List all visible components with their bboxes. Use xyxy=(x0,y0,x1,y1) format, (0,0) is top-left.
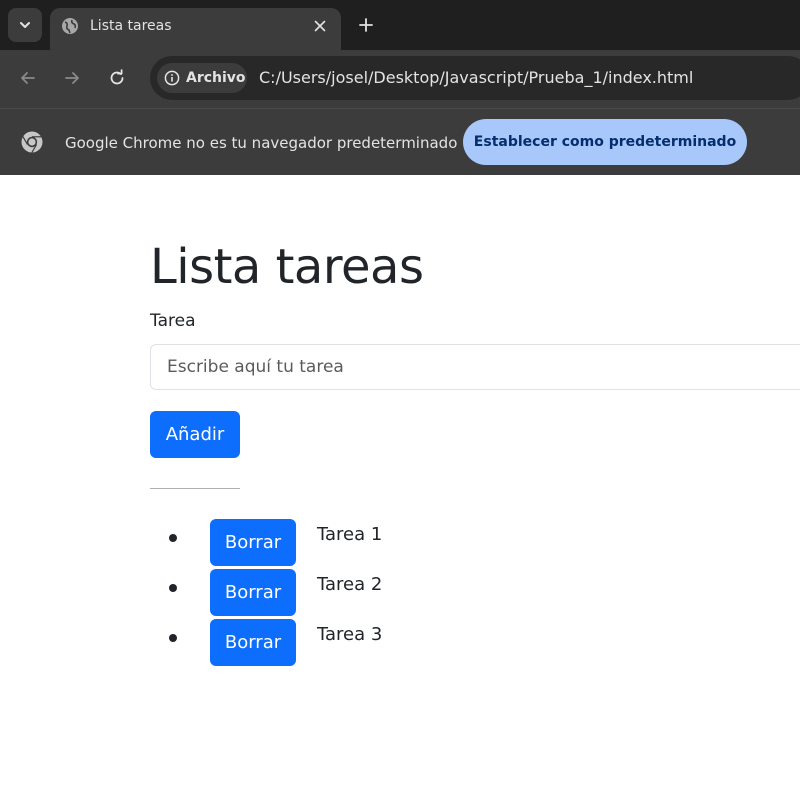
bullet xyxy=(169,634,177,642)
add-task-button[interactable]: Añadir xyxy=(150,411,240,458)
delete-task-button[interactable]: Borrar xyxy=(210,519,296,566)
chevron-down-icon xyxy=(20,22,30,28)
reload-button[interactable] xyxy=(103,64,131,92)
tab-close-button[interactable] xyxy=(310,16,330,36)
task-list: Borrar Tarea 1 Borrar Tarea 2 Borrar Tar… xyxy=(150,517,550,667)
task-text: Tarea 2 xyxy=(317,574,383,595)
new-tab-button[interactable] xyxy=(354,13,378,37)
tab-lista-tareas[interactable]: Lista tareas xyxy=(50,8,341,50)
bullet xyxy=(169,584,177,592)
divider xyxy=(150,488,240,489)
list-item: Borrar Tarea 1 xyxy=(150,517,550,567)
list-item: Borrar Tarea 2 xyxy=(150,567,550,617)
list-item: Borrar Tarea 3 xyxy=(150,617,550,667)
address-bar[interactable]: Archivo C:/Users/josel/Desktop/Javascrip… xyxy=(150,56,800,100)
close-icon xyxy=(314,20,326,32)
browser-toolbar: Archivo C:/Users/josel/Desktop/Javascrip… xyxy=(0,50,800,108)
infobar-message: Google Chrome no es tu navegador predete… xyxy=(65,134,458,152)
back-button[interactable] xyxy=(14,64,42,92)
bullet xyxy=(169,534,177,542)
url-text[interactable]: C:/Users/josel/Desktop/Javascript/Prueba… xyxy=(259,68,693,88)
delete-task-button[interactable]: Borrar xyxy=(210,569,296,616)
plus-icon xyxy=(359,18,373,32)
back-arrow-icon xyxy=(21,72,35,84)
globe-icon xyxy=(62,18,78,34)
tab-strip: Lista tareas xyxy=(0,0,800,50)
default-browser-infobar: Google Chrome no es tu navegador predete… xyxy=(0,108,800,175)
task-field-label: Tarea xyxy=(150,311,196,331)
set-default-button[interactable]: Establecer como predeterminado xyxy=(463,119,747,165)
forward-arrow-icon xyxy=(65,72,79,84)
site-info-chip[interactable]: Archivo xyxy=(157,63,247,93)
delete-task-button[interactable]: Borrar xyxy=(210,619,296,666)
task-text: Tarea 1 xyxy=(317,524,383,545)
info-icon xyxy=(164,70,180,86)
page-title: Lista tareas xyxy=(150,239,424,295)
forward-button[interactable] xyxy=(58,64,86,92)
site-info-label: Archivo xyxy=(186,70,246,86)
task-input[interactable] xyxy=(150,344,800,390)
reload-icon xyxy=(110,69,124,85)
tab-title: Lista tareas xyxy=(90,18,172,34)
page-content: Lista tareas Tarea Añadir Borrar Tarea 1… xyxy=(0,175,800,800)
tab-search-button[interactable] xyxy=(8,8,42,42)
chrome-logo-icon xyxy=(21,131,43,153)
task-text: Tarea 3 xyxy=(317,624,383,645)
